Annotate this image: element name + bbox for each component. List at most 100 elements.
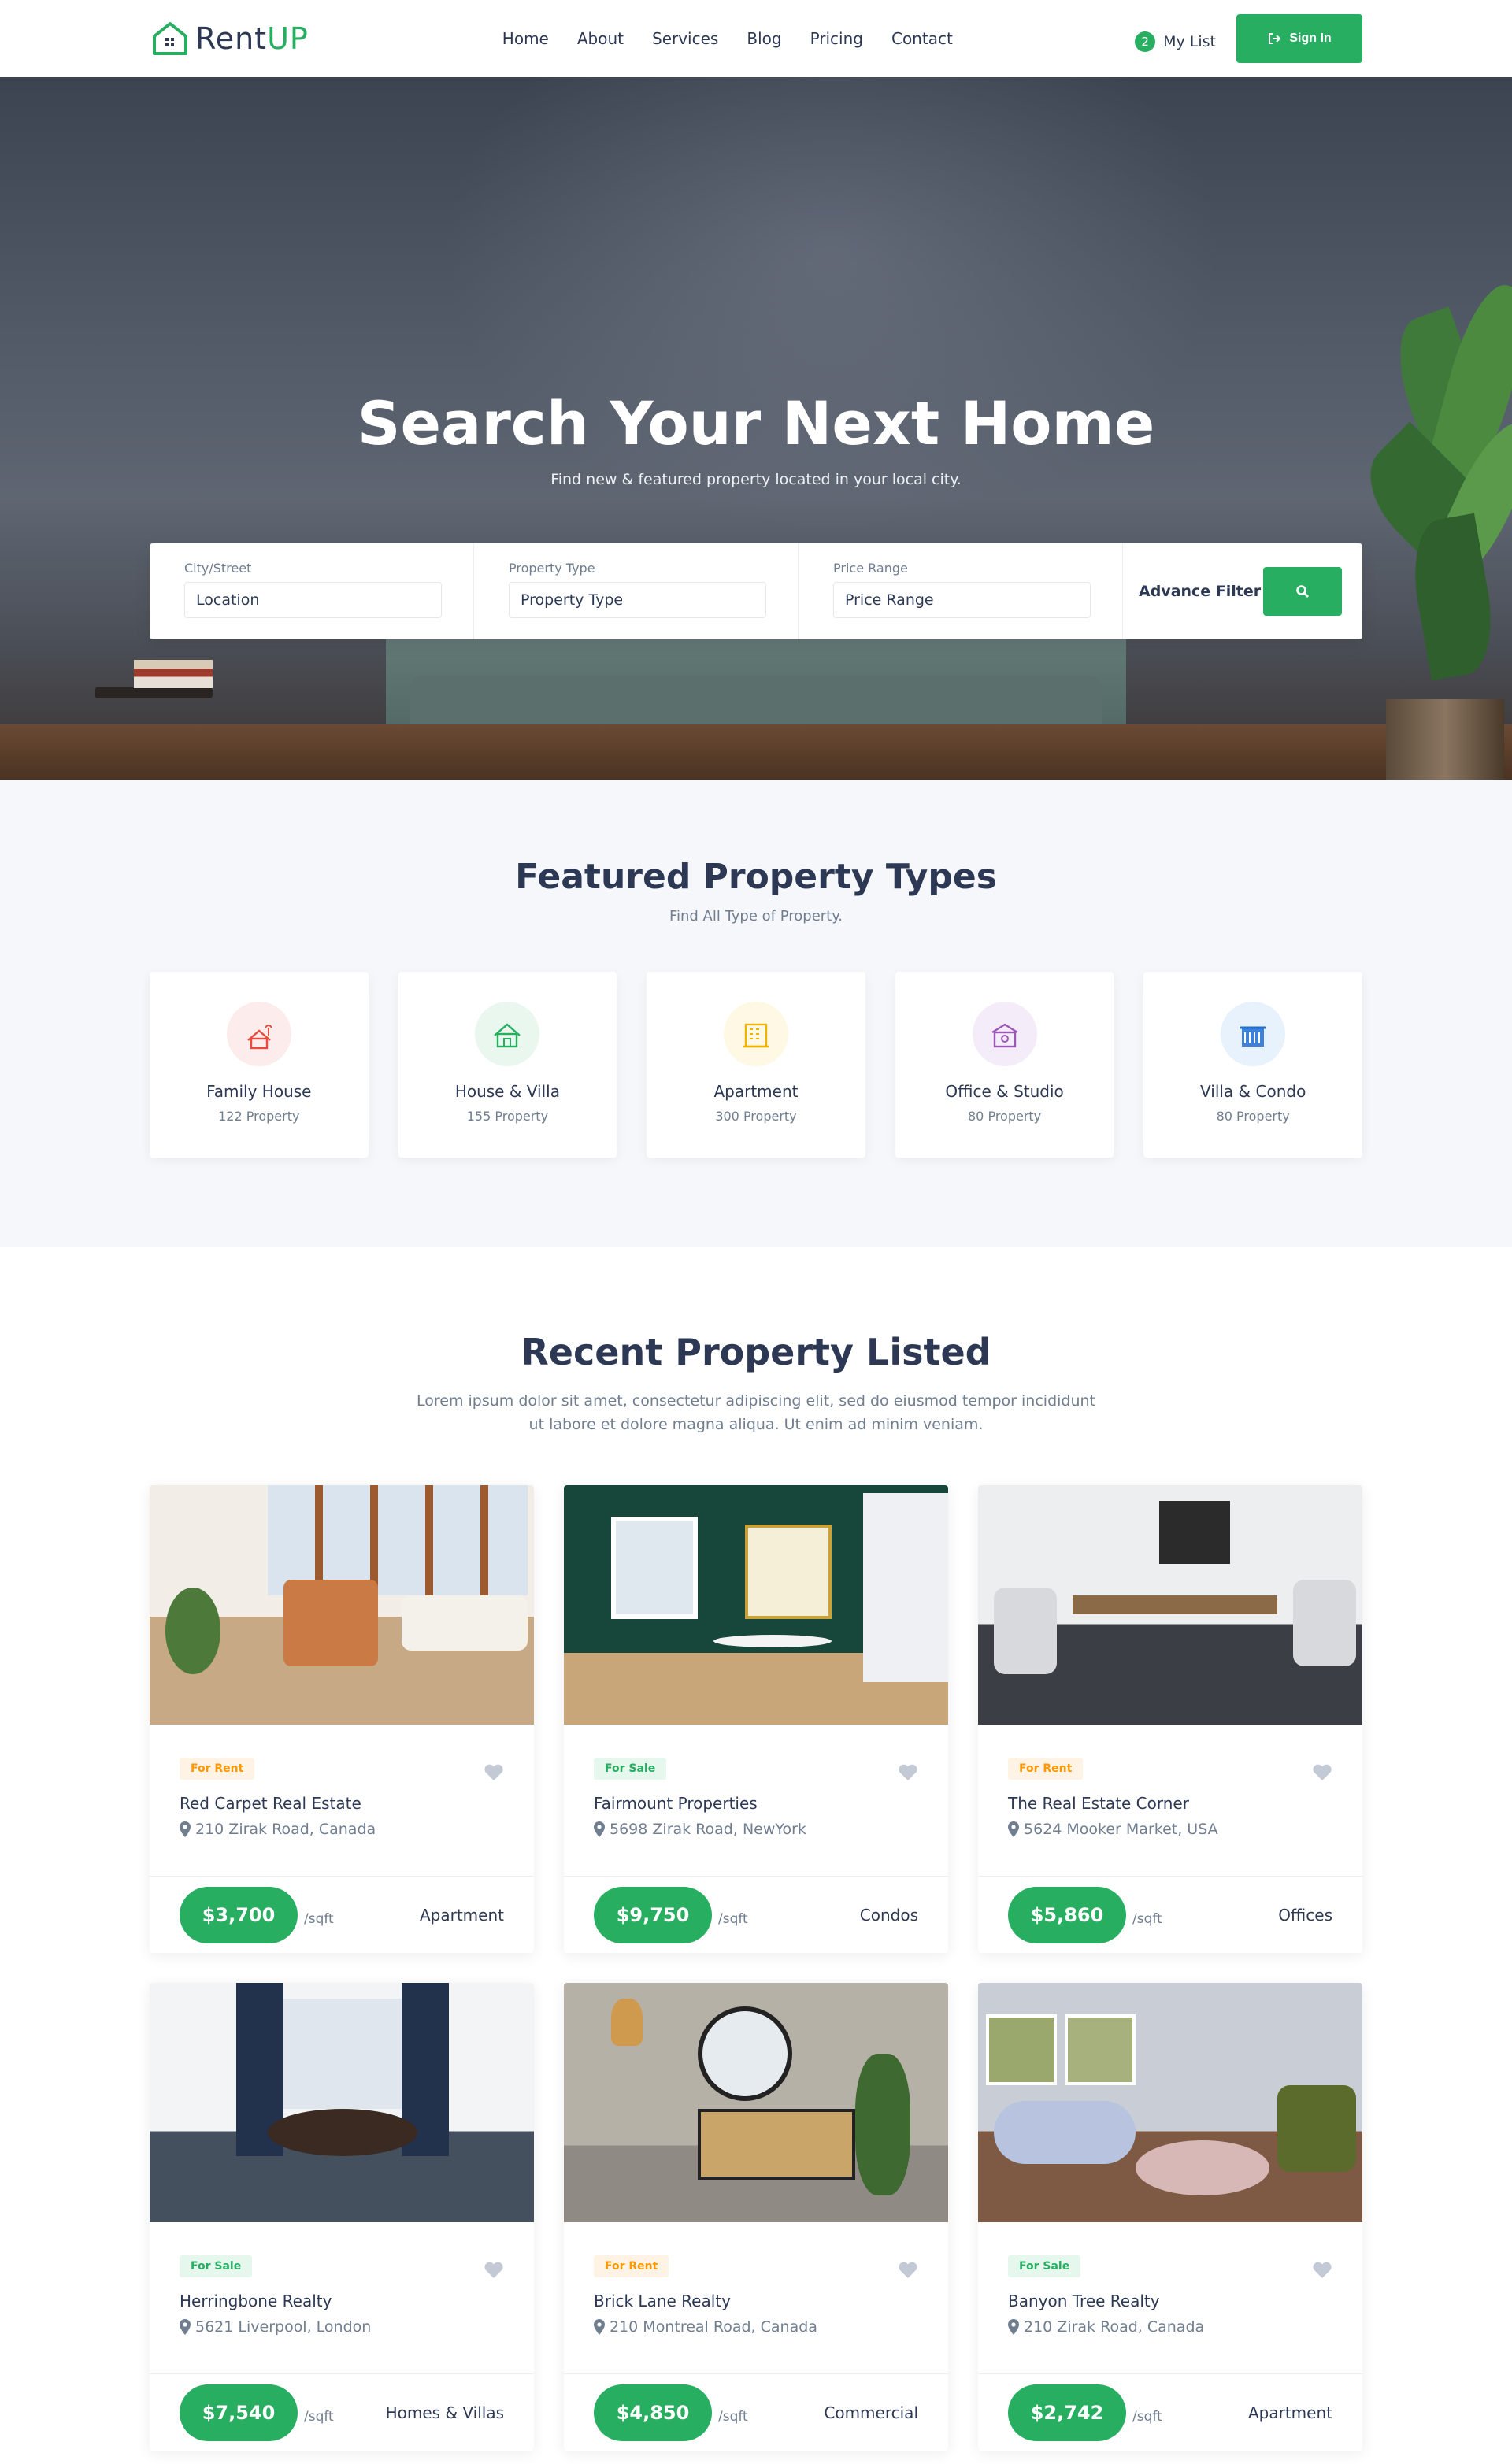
property-footer: $4,850 /sqft Commercial <box>564 2373 948 2451</box>
property-image[interactable] <box>150 1983 534 2222</box>
property-card[interactable]: For Sale Fairmount Properties 5698 Zirak… <box>564 1485 948 1953</box>
property-address: 210 Zirak Road, Canada <box>1008 2318 1332 2336</box>
my-list-label: My List <box>1163 33 1216 50</box>
map-pin-icon <box>594 1821 605 1837</box>
property-card[interactable]: For Rent Brick Lane Realty 210 Montreal … <box>564 1983 948 2451</box>
price-badge[interactable]: $9,750 <box>594 1886 712 1943</box>
property-footer: $7,540 /sqft Homes & Villas <box>150 2373 534 2451</box>
my-list-link[interactable]: 2 My List <box>1135 31 1216 52</box>
favorite-heart-icon[interactable] <box>1312 1764 1332 1781</box>
listing-status-tag: For Rent <box>594 2255 669 2277</box>
price-unit: /sqft <box>718 2408 748 2425</box>
property-address: 210 Zirak Road, Canada <box>180 1821 504 1838</box>
property-name[interactable]: Red Carpet Real Estate <box>180 1794 504 1813</box>
search-icon <box>1296 585 1309 598</box>
nav-about[interactable]: About <box>577 29 624 48</box>
price-badge[interactable]: $7,540 <box>180 2384 298 2441</box>
property-card[interactable]: For Rent The Real Estate Corner 5624 Moo… <box>978 1485 1362 1953</box>
property-address-text: 210 Zirak Road, Canada <box>1024 2318 1205 2336</box>
favorite-heart-icon[interactable] <box>898 1764 918 1781</box>
price-badge[interactable]: $4,850 <box>594 2384 712 2441</box>
property-type-label: Apartment <box>419 1905 504 1925</box>
property-info: For Rent The Real Estate Corner 5624 Moo… <box>978 1725 1362 1876</box>
price-badge[interactable]: $5,860 <box>1008 1886 1126 1943</box>
property-name[interactable]: Fairmount Properties <box>594 1794 918 1813</box>
property-type-count: 300 Property <box>715 1109 797 1124</box>
property-type-card[interactable]: Apartment 300 Property <box>647 972 865 1158</box>
price-unit: /sqft <box>304 1910 334 1927</box>
recent-subtitle-line-1: Lorem ipsum dolor sit amet, consectetur … <box>416 1392 1096 1410</box>
property-address: 210 Montreal Road, Canada <box>594 2318 918 2336</box>
advance-filter-link[interactable]: Advance Filter <box>1139 583 1261 600</box>
recent-listings-section: Recent Property Listed Lorem ipsum dolor… <box>0 1247 1512 2451</box>
nav-contact[interactable]: Contact <box>891 29 953 48</box>
property-type-card[interactable]: Family House 122 Property <box>150 972 369 1158</box>
sign-in-button[interactable]: Sign In <box>1236 14 1362 63</box>
house-villa-icon-circle <box>475 1002 540 1066</box>
favorite-heart-icon[interactable] <box>898 2262 918 2279</box>
family-house-icon <box>247 1025 272 1050</box>
property-name[interactable]: Banyon Tree Realty <box>1008 2292 1332 2310</box>
search-button[interactable] <box>1263 567 1342 616</box>
property-name[interactable]: Brick Lane Realty <box>594 2292 918 2310</box>
property-address-text: 5621 Liverpool, London <box>195 2318 372 2336</box>
logo[interactable]: RentUP <box>150 19 309 58</box>
property-info: For Sale Fairmount Properties 5698 Zirak… <box>564 1725 948 1876</box>
property-card[interactable]: For Sale Herringbone Realty 5621 Liverpo… <box>150 1983 534 2451</box>
property-info: For Rent Red Carpet Real Estate 210 Zira… <box>150 1725 534 1876</box>
books-image <box>134 660 213 688</box>
property-name[interactable]: Herringbone Realty <box>180 2292 504 2310</box>
property-name[interactable]: The Real Estate Corner <box>1008 1794 1332 1813</box>
property-type-name: Office & Studio <box>945 1082 1064 1101</box>
nav-services[interactable]: Services <box>652 29 718 48</box>
property-type-label: Apartment <box>1247 2403 1332 2422</box>
property-type-card[interactable]: House & Villa 155 Property <box>398 972 617 1158</box>
property-address-text: 210 Zirak Road, Canada <box>195 1821 376 1838</box>
property-type-card[interactable]: Office & Studio 80 Property <box>895 972 1114 1158</box>
side-table-image <box>94 687 213 698</box>
map-pin-icon <box>1008 2319 1019 2335</box>
price-badge[interactable]: $2,742 <box>1008 2384 1126 2441</box>
favorite-heart-icon[interactable] <box>484 1764 504 1781</box>
property-image[interactable] <box>564 1485 948 1725</box>
property-info: For Sale Herringbone Realty 5621 Liverpo… <box>150 2222 534 2373</box>
property-info: For Rent Brick Lane Realty 210 Montreal … <box>564 2222 948 2373</box>
property-image[interactable] <box>978 1485 1362 1725</box>
hero-title: Search Your Next Home <box>357 388 1155 458</box>
apartment-icon-circle <box>723 1002 788 1066</box>
logo-text-up: UP <box>267 21 309 56</box>
sign-in-icon <box>1269 33 1281 44</box>
property-type-label: Condos <box>859 1905 918 1925</box>
nav-pricing[interactable]: Pricing <box>810 29 863 48</box>
price-badge[interactable]: $3,700 <box>180 1886 298 1943</box>
office-studio-icon-circle <box>972 1002 1037 1066</box>
price-unit: /sqft <box>304 2408 334 2425</box>
property-type-name: Apartment <box>713 1082 799 1101</box>
price-range-input[interactable]: Price Range <box>833 582 1091 618</box>
office-studio-icon <box>991 1023 1018 1048</box>
property-type-input[interactable]: Property Type <box>509 582 766 618</box>
property-image[interactable] <box>978 1983 1362 2222</box>
price-unit: /sqft <box>1132 1910 1162 1927</box>
my-list-count-badge: 2 <box>1135 31 1156 52</box>
property-image[interactable] <box>150 1485 534 1725</box>
listing-status-tag: For Sale <box>180 2255 253 2277</box>
property-info: For Sale Banyon Tree Realty 210 Zirak Ro… <box>978 2222 1362 2373</box>
logo-text: RentUP <box>195 21 309 56</box>
property-card[interactable]: For Rent Red Carpet Real Estate 210 Zira… <box>150 1485 534 1953</box>
property-image[interactable] <box>564 1983 948 2222</box>
city-input[interactable]: Location <box>184 582 442 618</box>
property-address-text: 5698 Zirak Road, NewYork <box>610 1821 806 1838</box>
house-logo-icon <box>153 22 187 55</box>
property-type-count: 155 Property <box>466 1109 549 1124</box>
property-type-card[interactable]: Villa & Condo 80 Property <box>1143 972 1362 1158</box>
favorite-heart-icon[interactable] <box>484 2262 504 2279</box>
price-range-label: Price Range <box>833 561 908 576</box>
property-card[interactable]: For Sale Banyon Tree Realty 210 Zirak Ro… <box>978 1983 1362 2451</box>
nav-home[interactable]: Home <box>502 29 549 48</box>
recent-title: Recent Property Listed <box>521 1331 991 1373</box>
nav-blog[interactable]: Blog <box>747 29 781 48</box>
property-address: 5621 Liverpool, London <box>180 2318 504 2336</box>
property-type-label: Commercial <box>824 2403 918 2422</box>
favorite-heart-icon[interactable] <box>1312 2262 1332 2279</box>
